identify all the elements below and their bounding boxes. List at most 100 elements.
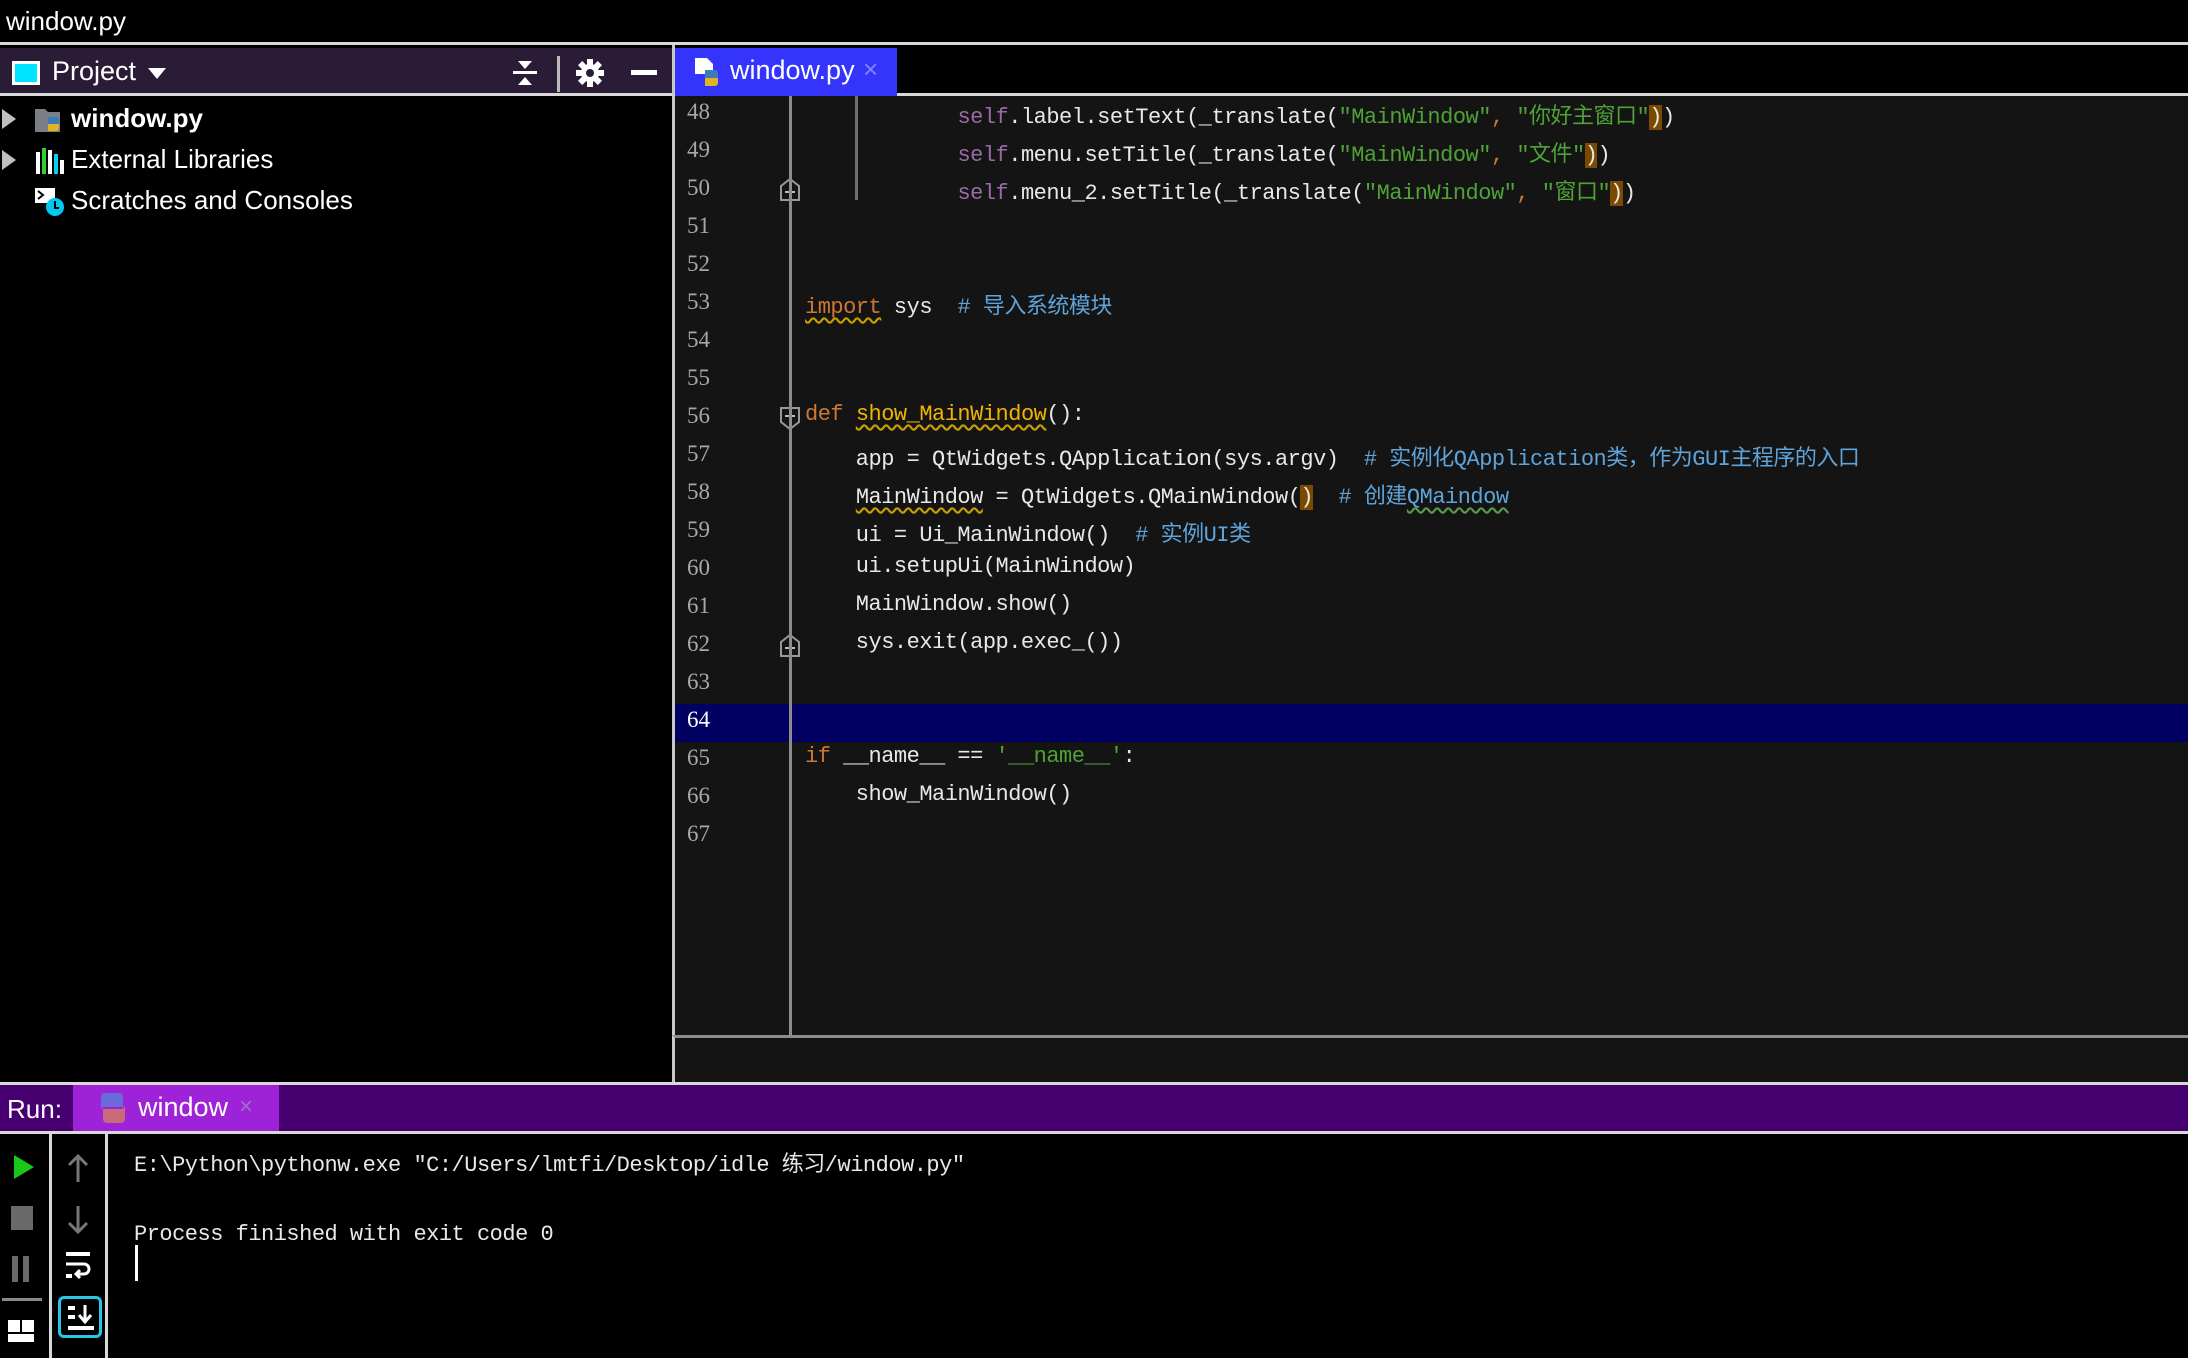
code-line[interactable]: 51 bbox=[675, 210, 2188, 248]
code-line[interactable]: 55 bbox=[675, 362, 2188, 400]
code-line[interactable]: 56 def show_MainWindow(): bbox=[675, 400, 2188, 438]
line-number[interactable]: 53 bbox=[687, 289, 710, 315]
indent-guide bbox=[855, 96, 858, 200]
code-token: , bbox=[1516, 181, 1542, 206]
line-number[interactable]: 50 bbox=[687, 175, 710, 201]
run-icon[interactable] bbox=[12, 1154, 36, 1180]
scroll-down-icon[interactable] bbox=[66, 1204, 90, 1234]
code-token: sys.exit(app.exec_()) bbox=[805, 630, 1123, 655]
line-number[interactable]: 59 bbox=[687, 517, 710, 543]
line-number[interactable]: 65 bbox=[687, 745, 710, 771]
line-number[interactable]: 51 bbox=[687, 213, 710, 239]
code-token: .menu.setTitle(_translate( bbox=[1008, 143, 1339, 168]
code-token: # 导入系统模块 bbox=[957, 295, 1112, 320]
code-line[interactable]: 65 if __name__ == '__name__': bbox=[675, 742, 2188, 780]
tree-item-label: External Libraries bbox=[71, 144, 274, 174]
line-number[interactable]: 55 bbox=[687, 365, 710, 391]
line-number[interactable]: 61 bbox=[687, 593, 710, 619]
code-token: self bbox=[957, 105, 1009, 130]
line-number[interactable]: 52 bbox=[687, 251, 710, 277]
line-number[interactable]: 48 bbox=[687, 99, 710, 125]
code-token: : bbox=[1122, 744, 1136, 769]
code-line[interactable]: 63 bbox=[675, 666, 2188, 704]
tree-item-window-py[interactable]: window.py bbox=[0, 99, 672, 139]
line-number[interactable]: 58 bbox=[687, 479, 710, 505]
gear-icon[interactable] bbox=[575, 58, 605, 88]
run-tab-window[interactable]: window × bbox=[73, 1085, 279, 1131]
code-text: ui.setupUi(MainWindow) bbox=[805, 554, 1136, 579]
tree-item-scratches[interactable]: Scratches and Consoles bbox=[0, 181, 672, 221]
line-number[interactable]: 49 bbox=[687, 137, 710, 163]
code-text: MainWindow = QtWidgets.QMainWindow() # 创… bbox=[805, 478, 1509, 510]
minimize-icon[interactable] bbox=[631, 70, 657, 75]
stop-icon[interactable] bbox=[11, 1206, 33, 1230]
code-line[interactable]: 60 ui.setupUi(MainWindow) bbox=[675, 552, 2188, 590]
line-number[interactable]: 63 bbox=[687, 669, 710, 695]
run-console-output[interactable]: E:\Python\pythonw.exe "C:/Users/lmtfi/De… bbox=[108, 1134, 2188, 1358]
line-number[interactable]: 60 bbox=[687, 555, 710, 581]
code-token: # 实例化QApplication类，作为GUI主程序的入口 bbox=[1363, 447, 1860, 472]
code-editor[interactable]: 48 self.label.setText(_translate("MainWi… bbox=[672, 96, 2188, 1036]
code-token: def bbox=[805, 402, 844, 427]
code-token: # 创建 bbox=[1338, 485, 1408, 510]
pause-icon[interactable] bbox=[11, 1256, 31, 1282]
scroll-up-icon[interactable] bbox=[66, 1154, 90, 1184]
code-line[interactable]: 64 bbox=[675, 704, 2188, 742]
code-text: import sys # 导入系统模块 bbox=[805, 288, 1112, 320]
code-token: ) bbox=[1649, 105, 1662, 130]
code-line[interactable]: 61 MainWindow.show() bbox=[675, 590, 2188, 628]
code-line[interactable]: 54 bbox=[675, 324, 2188, 362]
code-token: ) bbox=[1622, 181, 1636, 206]
console-line: E:\Python\pythonw.exe "C:/Users/lmtfi/De… bbox=[134, 1153, 965, 1178]
code-line[interactable]: 48 self.label.setText(_translate("MainWi… bbox=[675, 96, 2188, 134]
close-icon[interactable]: × bbox=[863, 54, 878, 85]
code-token: import bbox=[805, 295, 882, 320]
tree-item-external-libraries[interactable]: External Libraries bbox=[0, 140, 672, 180]
scroll-to-end-icon bbox=[68, 1305, 94, 1330]
project-view-selector[interactable]: Project bbox=[52, 56, 136, 87]
code-token: "窗口" bbox=[1541, 181, 1611, 206]
line-number[interactable]: 66 bbox=[687, 783, 710, 809]
code-line[interactable]: 49 self.menu.setTitle(_translate("MainWi… bbox=[675, 134, 2188, 172]
line-number[interactable]: 62 bbox=[687, 631, 710, 657]
code-line[interactable]: 59 ui = Ui_MainWindow() # 实例UI类 bbox=[675, 514, 2188, 552]
line-number[interactable]: 64 bbox=[687, 707, 710, 733]
code-token: ui.setupUi(MainWindow) bbox=[805, 554, 1136, 579]
run-tool-window-header: Run: window × bbox=[0, 1082, 2188, 1134]
chevron-down-icon[interactable] bbox=[148, 68, 166, 79]
line-number[interactable]: 67 bbox=[687, 821, 710, 847]
python-file-icon bbox=[695, 58, 718, 86]
code-token: ) bbox=[1584, 143, 1598, 168]
code-line[interactable]: 58 MainWindow = QtWidgets.QMainWindow() … bbox=[675, 476, 2188, 514]
code-token: ui = Ui_MainWindow() bbox=[805, 523, 1136, 548]
code-line[interactable]: 66 show_MainWindow() bbox=[675, 780, 2188, 818]
gutter-divider bbox=[789, 96, 792, 1036]
code-line[interactable]: 57 app = QtWidgets.QApplication(sys.argv… bbox=[675, 438, 2188, 476]
window-title: window.py bbox=[6, 6, 126, 36]
soft-wrap-icon[interactable] bbox=[64, 1250, 92, 1282]
toolbar-separator bbox=[2, 1298, 42, 1301]
code-text: self.label.setText(_translate("MainWindo… bbox=[805, 98, 1675, 130]
layout-icon[interactable] bbox=[8, 1320, 36, 1342]
code-line[interactable]: 50 self.menu_2.setTitle(_translate("Main… bbox=[675, 172, 2188, 210]
collapse-all-icon[interactable] bbox=[510, 58, 540, 88]
expand-arrow-icon[interactable] bbox=[2, 109, 16, 129]
code-token: MainWindow bbox=[855, 485, 984, 510]
line-number[interactable]: 57 bbox=[687, 441, 710, 467]
line-number[interactable]: 56 bbox=[687, 403, 710, 429]
editor-tab-bar: window.py × bbox=[672, 45, 2188, 96]
code-line[interactable]: 53 import sys # 导入系统模块 bbox=[675, 286, 2188, 324]
line-number[interactable]: 54 bbox=[687, 327, 710, 353]
code-line[interactable]: 62 sys.exit(app.exec_()) bbox=[675, 628, 2188, 666]
scroll-to-end-button[interactable] bbox=[58, 1296, 102, 1338]
tab-window-py[interactable]: window.py × bbox=[675, 48, 897, 96]
code-text: self.menu.setTitle(_translate("MainWindo… bbox=[805, 136, 1611, 168]
close-icon[interactable]: × bbox=[239, 1093, 253, 1121]
code-line[interactable]: 52 bbox=[675, 248, 2188, 286]
expand-arrow-icon[interactable] bbox=[2, 150, 16, 170]
code-line[interactable]: 67 bbox=[675, 818, 2188, 856]
